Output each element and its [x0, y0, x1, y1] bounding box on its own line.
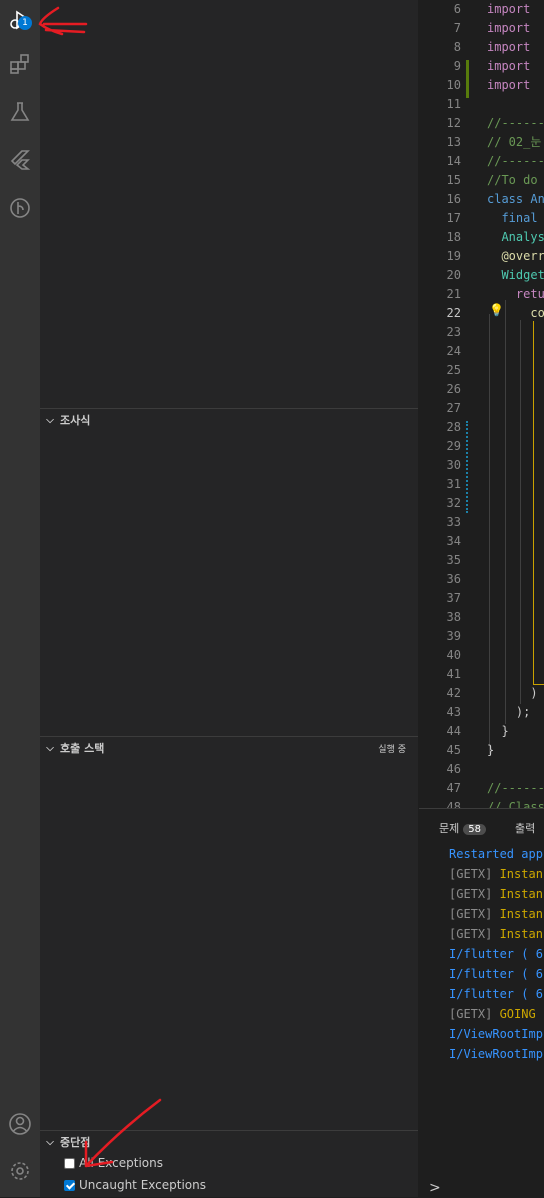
annotation-arrow-top: [38, 6, 88, 36]
annotation-overlay: [38, 6, 162, 1168]
annotation-arrow-bottom: [84, 1098, 162, 1168]
